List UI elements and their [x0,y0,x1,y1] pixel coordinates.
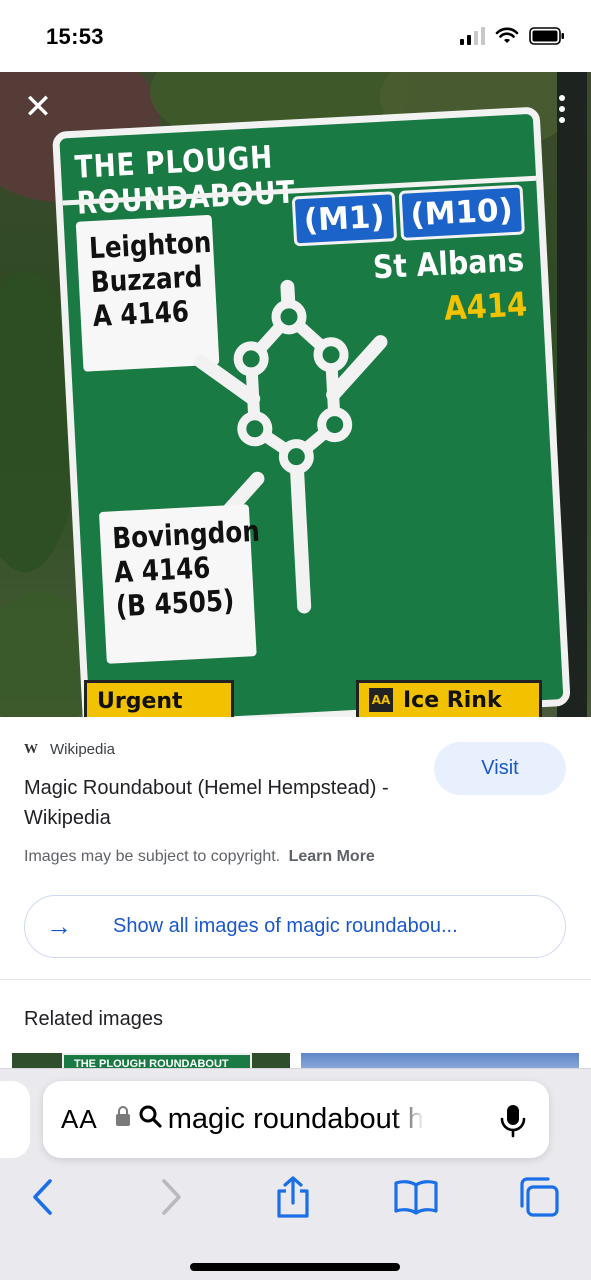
wikipedia-icon: W [24,741,38,757]
image-viewer: THE PLOUGH ROUNDABOUT Leighton Buzzard A… [0,72,591,717]
previous-tab-preview[interactable] [0,1081,30,1158]
show-all-label: Show all images of magic roundabou... [113,915,458,937]
tabs-icon[interactable] [514,1173,564,1221]
copyright-text: Images may be subject to copyright. [24,848,281,865]
status-bar: 15:53 [0,0,591,72]
primary-road-number: A414 [442,284,528,328]
sub-sign-urgent: Urgent [84,680,234,717]
reader-settings-button[interactable]: AA [61,1104,98,1135]
motorway-panels: (M1) (M10) [291,184,526,247]
destination-line: A 4146 [91,294,190,334]
destination-line: Buzzard [90,259,204,300]
destination-line: (B 4505) [115,583,236,624]
motorway-panel: (M10) [398,184,526,241]
browser-bottom-bar: AA magic roundabout h [0,1068,591,1280]
home-indicator [190,1263,400,1271]
aa-label: AA [61,1104,98,1134]
mic-icon[interactable] [499,1103,527,1139]
sub-sign-text: Ice Rink [403,687,502,713]
back-icon[interactable] [18,1173,68,1221]
battery-icon [529,27,564,45]
address-bar[interactable]: AA magic roundabout h [43,1081,549,1158]
destination-line: A 4146 [113,550,212,590]
cellular-signal-icon [460,27,485,45]
copyright-notice: Images may be subject to copyright. Lear… [24,848,375,866]
source-name: Wikipedia [50,741,116,758]
divider [0,979,591,980]
result-title[interactable]: Magic Roundabout (Hemel Hempstead) - Wik… [24,773,424,833]
motorway-panel: (M1) [291,191,397,247]
result-info-panel: W Wikipedia Magic Roundabout (Hemel Hemp… [0,717,591,979]
arrow-right-icon: → [46,911,72,941]
browser-toolbar [0,1169,591,1229]
more-vertical-icon[interactable] [547,84,577,134]
search-icon [138,1104,162,1135]
destination-line: Leighton [88,224,213,266]
destination-line: Bovingdon [111,513,261,556]
wifi-icon [495,27,519,43]
share-icon[interactable] [268,1173,318,1221]
visit-button[interactable]: Visit [434,742,566,795]
related-images-title: Related images [24,1008,163,1030]
aa-badge: AA [369,688,393,712]
status-icons [460,27,565,45]
destination-right: St Albans [372,240,526,287]
lock-icon [115,1105,130,1128]
close-icon[interactable]: ✕ [22,90,54,124]
forward-icon[interactable] [146,1173,196,1221]
learn-more-link[interactable]: Learn More [289,848,375,865]
url-text: magic roundabout h [167,1103,425,1135]
bookmarks-icon[interactable] [391,1173,441,1221]
status-time: 15:53 [46,24,104,49]
sub-sign-ice-rink: AA Ice Rink [356,680,542,717]
source-row[interactable]: W Wikipedia [24,741,115,758]
sub-sign-text: Urgent [97,689,183,714]
destination-box-bottom: Bovingdon A 4146 (B 4505) [98,504,261,664]
show-all-images-button[interactable]: → Show all images of magic roundabou... [24,895,566,958]
road-sign: THE PLOUGH ROUNDABOUT Leighton Buzzard A… [52,106,571,717]
